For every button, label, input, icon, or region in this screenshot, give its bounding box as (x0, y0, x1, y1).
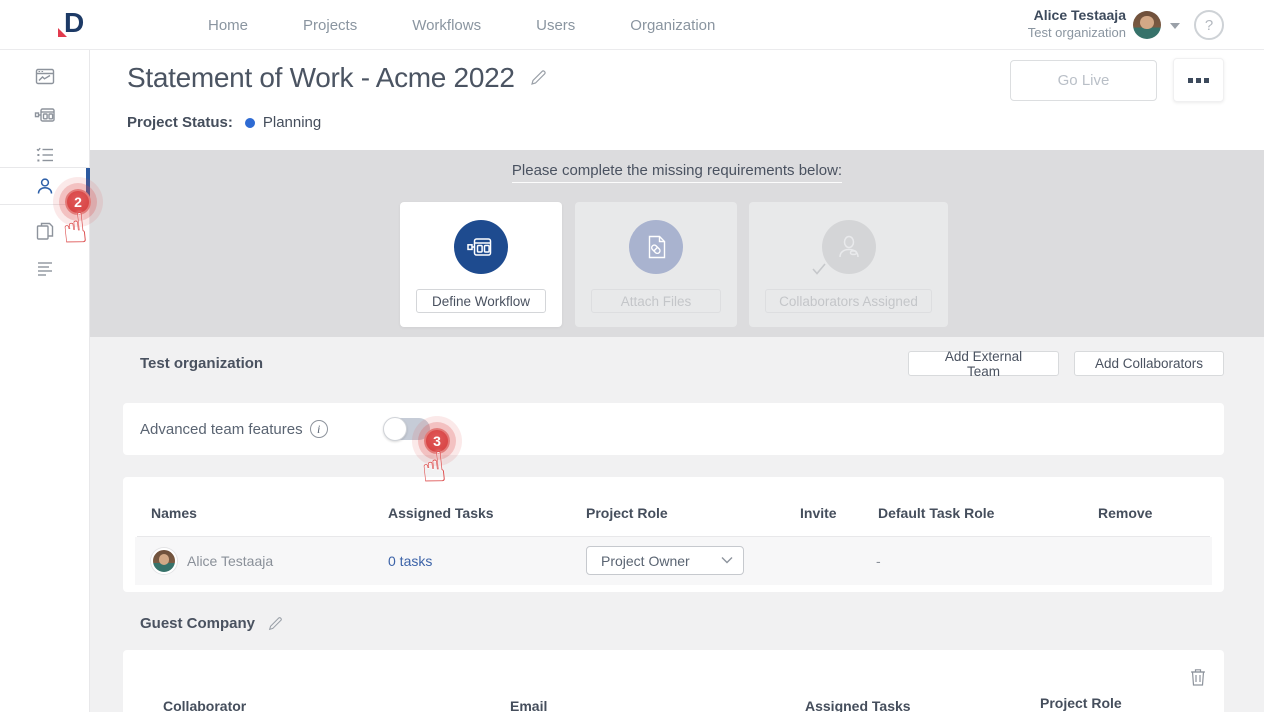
assigned-tasks-link[interactable]: 0 tasks (388, 537, 432, 585)
trash-icon (1190, 667, 1206, 686)
member-avatar (151, 548, 177, 574)
requirement-card-define-workflow: Define Workflow (400, 202, 562, 327)
sidebar-item-collaborators[interactable] (0, 167, 89, 205)
user-info: Alice Testaaja Test organization (1028, 7, 1126, 41)
table-row: Alice Testaaja 0 tasks Project Owner - (135, 537, 1212, 585)
missing-requirements-banner: Please complete the missing requirements… (90, 150, 1264, 337)
toggle-knob (383, 417, 407, 441)
guest-table-card: Collaborator Email Assigned Tasks Projec… (123, 650, 1224, 712)
ellipsis-icon (1188, 78, 1193, 83)
col-header-default-task-role: Default Task Role (878, 505, 994, 521)
advanced-features-label: Advanced team features (140, 421, 303, 438)
left-sidebar (0, 50, 90, 712)
sidebar-item-files[interactable] (0, 212, 89, 250)
check-icon (811, 262, 827, 281)
advanced-features-card: Advanced team features i (123, 403, 1224, 455)
chevron-down-icon (721, 556, 733, 564)
go-live-button[interactable]: Go Live (1010, 60, 1157, 101)
nav-item-workflows[interactable]: Workflows (412, 17, 481, 34)
col-header-assigned-tasks: Assigned Tasks (388, 505, 494, 521)
active-indicator (86, 168, 90, 204)
task-list-icon (34, 144, 56, 166)
guest-company-title: Guest Company (140, 615, 255, 632)
project-status-row: Project Status: Planning (127, 114, 321, 131)
requirement-card-collaborators-assigned: Collaborators Assigned (749, 202, 948, 327)
collaborators-assigned-button: Collaborators Assigned (765, 289, 932, 313)
list-lines-icon (34, 258, 56, 280)
advanced-features-toggle[interactable] (385, 418, 430, 440)
app-window: D Home Projects Workflows Users Organiza… (0, 0, 1264, 712)
status-dot-icon (245, 118, 255, 128)
requirements-message: Please complete the missing requirements… (512, 162, 842, 183)
add-collaborators-button[interactable]: Add Collaborators (1074, 351, 1224, 376)
member-name: Alice Testaaja (187, 537, 273, 585)
status-value: Planning (263, 114, 321, 131)
col-header-names: Names (151, 505, 197, 521)
guest-col-header-assigned-tasks: Assigned Tasks (805, 698, 911, 712)
collaborators-circle-icon (822, 220, 876, 274)
default-task-role-value: - (876, 537, 881, 585)
col-header-remove: Remove (1098, 505, 1152, 521)
add-external-team-wrap: Add External Team (908, 351, 1059, 376)
sidebar-item-workflows[interactable] (0, 96, 89, 134)
workflow-icon (34, 104, 56, 126)
chevron-down-icon[interactable] (1170, 23, 1180, 29)
add-collaborators-wrap: Add Collaborators (1074, 351, 1224, 376)
user-avatar[interactable] (1133, 11, 1161, 39)
guest-company-header: Guest Company (140, 615, 283, 632)
documents-icon (34, 220, 56, 242)
attach-files-button: Attach Files (591, 289, 721, 313)
edit-title-pencil-icon[interactable] (529, 69, 547, 87)
members-table-card: Names Assigned Tasks Project Role Invite… (123, 477, 1224, 592)
main-nav: Home Projects Workflows Users Organizati… (208, 0, 715, 50)
status-label: Project Status: (127, 114, 233, 131)
more-options-button[interactable] (1173, 58, 1224, 102)
attach-files-circle-icon (629, 220, 683, 274)
sidebar-item-activity[interactable] (0, 250, 89, 288)
nav-item-home[interactable]: Home (208, 17, 248, 34)
add-external-team-button[interactable]: Add External Team (908, 351, 1059, 376)
col-header-project-role: Project Role (586, 505, 668, 521)
app-logo[interactable]: D (58, 8, 92, 42)
guest-col-header-project-role: Project Role (1040, 695, 1122, 711)
edit-guest-company-pencil-icon[interactable] (267, 616, 283, 632)
sidebar-item-dashboard[interactable] (0, 58, 89, 96)
page-title: Statement of Work - Acme 2022 (127, 62, 515, 94)
user-organization: Test organization (1028, 25, 1126, 41)
project-role-select[interactable]: Project Owner (586, 546, 744, 575)
nav-item-projects[interactable]: Projects (303, 17, 357, 34)
top-navigation-bar: D Home Projects Workflows Users Organiza… (0, 0, 1264, 50)
project-role-value: Project Owner (601, 553, 690, 569)
logo-letter: D (64, 7, 84, 39)
page-header: Statement of Work - Acme 2022 (127, 62, 547, 94)
nav-item-users[interactable]: Users (536, 17, 575, 34)
organization-section-title: Test organization (140, 355, 263, 372)
guest-col-header-email: Email (510, 698, 547, 712)
guest-col-header-collaborator: Collaborator (163, 698, 246, 712)
delete-guest-company-button[interactable] (1190, 667, 1206, 689)
col-header-invite: Invite (800, 505, 837, 521)
dashboard-icon (34, 66, 56, 88)
workflow-circle-icon (454, 220, 508, 274)
requirement-card-attach-files: Attach Files (575, 202, 737, 327)
info-icon[interactable]: i (310, 420, 328, 438)
define-workflow-button[interactable]: Define Workflow (416, 289, 546, 313)
person-icon (34, 175, 56, 197)
nav-item-organization[interactable]: Organization (630, 17, 715, 34)
help-button[interactable]: ? (1194, 10, 1224, 40)
user-name: Alice Testaaja (1028, 7, 1126, 25)
